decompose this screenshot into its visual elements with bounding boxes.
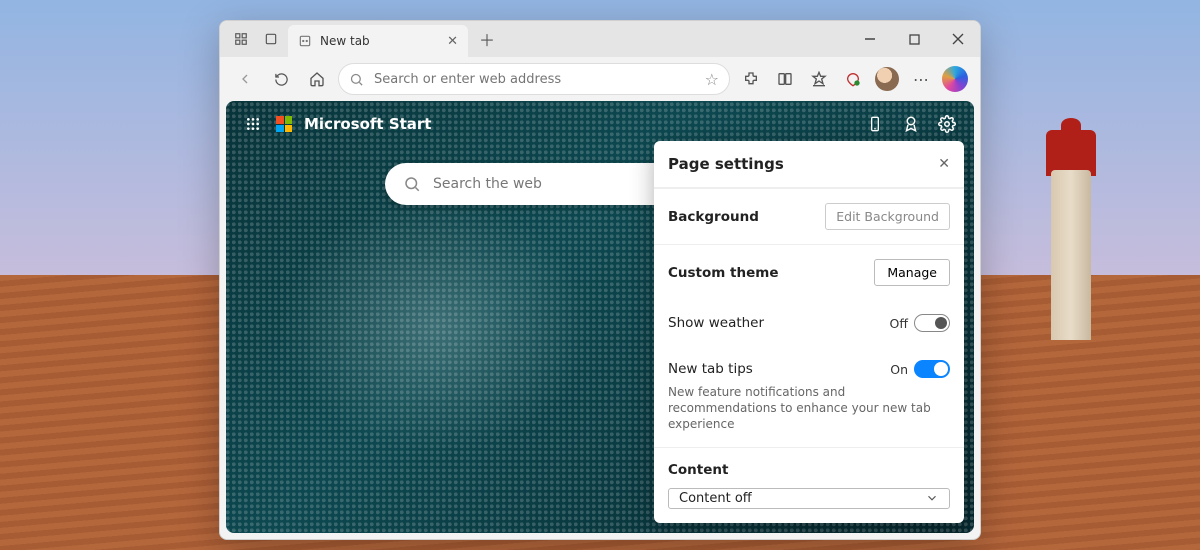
new-tab-button[interactable]: ＋ <box>472 27 502 51</box>
page-settings-panel: Page settings ✕ Background Edit Backgrou… <box>654 141 964 523</box>
show-weather-state: Off <box>890 316 908 331</box>
new-tab-tips-label: New tab tips <box>668 361 753 377</box>
favorite-star-icon[interactable]: ☆ <box>705 70 719 89</box>
content-heading: Content <box>668 462 728 478</box>
brand-label: Microsoft Start <box>304 115 431 133</box>
microsoft-logo-icon <box>276 116 292 132</box>
mobile-icon[interactable] <box>864 113 886 135</box>
window-maximize-button[interactable] <box>892 21 936 57</box>
app-launcher-icon[interactable] <box>242 113 264 135</box>
background-label: Background <box>668 209 759 225</box>
expand-icon[interactable] <box>949 510 964 525</box>
avatar <box>875 67 899 91</box>
page-settings-icon[interactable] <box>936 113 958 135</box>
wallpaper-lighthouse <box>1046 130 1096 340</box>
extensions-icon[interactable] <box>736 64 766 94</box>
show-weather-toggle[interactable] <box>914 314 950 332</box>
search-icon <box>403 175 421 193</box>
edit-background-button[interactable]: Edit Background <box>825 203 950 230</box>
more-icon[interactable]: ⋯ <box>906 64 936 94</box>
profile-button[interactable] <box>872 64 902 94</box>
copilot-button[interactable] <box>940 64 970 94</box>
split-screen-icon[interactable] <box>770 64 800 94</box>
address-bar[interactable]: ☆ <box>338 63 730 95</box>
new-tab-page: Microsoft Start Search the web Page sett… <box>226 101 974 533</box>
window-minimize-button[interactable] <box>848 21 892 57</box>
window-close-button[interactable] <box>936 21 980 57</box>
play-icon[interactable] <box>921 510 935 525</box>
browser-window: New tab ✕ ＋ ☆ ⋯ <box>219 20 981 540</box>
panel-close-button[interactable]: ✕ <box>938 156 950 172</box>
show-weather-label: Show weather <box>668 315 764 331</box>
tab-close-icon[interactable]: ✕ <box>447 34 458 49</box>
copilot-icon <box>942 66 968 92</box>
browser-essentials-icon[interactable] <box>838 64 868 94</box>
rewards-icon[interactable] <box>900 113 922 135</box>
custom-theme-label: Custom theme <box>668 265 779 281</box>
tab-actions-icon[interactable] <box>258 26 284 52</box>
content-select[interactable]: Content off <box>668 488 950 509</box>
refresh-button[interactable] <box>266 64 296 94</box>
search-icon <box>349 72 364 87</box>
tab-page-icon <box>298 34 312 48</box>
tab-new-tab[interactable]: New tab ✕ <box>288 25 468 57</box>
new-tab-tips-toggle[interactable] <box>914 360 950 378</box>
ntp-header: Microsoft Start <box>242 113 958 135</box>
tab-title: New tab <box>320 34 370 48</box>
workspaces-icon[interactable] <box>228 26 254 52</box>
manage-theme-button[interactable]: Manage <box>874 259 950 286</box>
back-button[interactable] <box>230 64 260 94</box>
content-select-value: Content off <box>679 491 752 506</box>
new-tab-tips-description: New feature notifications and recommenda… <box>654 384 964 447</box>
new-tab-tips-state: On <box>890 362 908 377</box>
favorites-icon[interactable] <box>804 64 834 94</box>
chevron-down-icon <box>925 491 939 505</box>
home-button[interactable] <box>302 64 332 94</box>
toolbar: ☆ ⋯ <box>220 57 980 101</box>
panel-title: Page settings <box>668 155 784 173</box>
web-search-placeholder: Search the web <box>433 176 542 192</box>
titlebar: New tab ✕ ＋ <box>220 21 980 57</box>
address-input[interactable] <box>374 72 695 87</box>
